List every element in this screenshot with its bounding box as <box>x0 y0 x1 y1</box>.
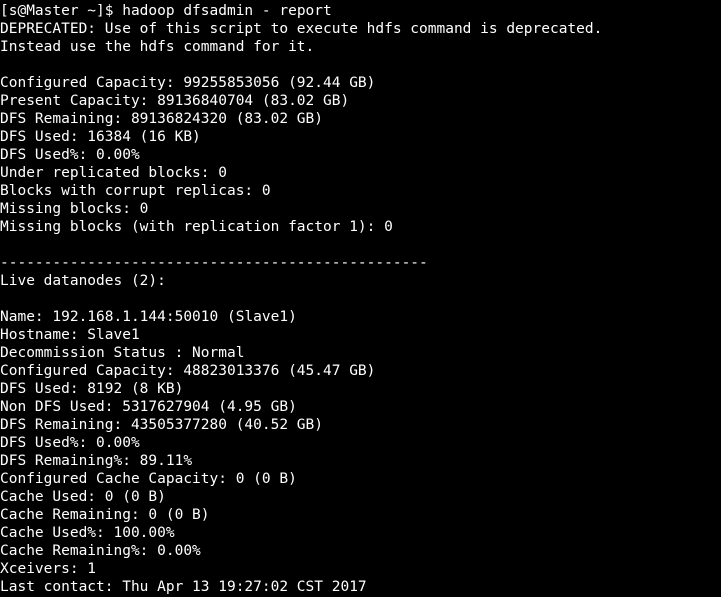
output-body: DEPRECATED: Use of this script to execut… <box>0 21 602 595</box>
terminal-output: [s@Master ~]$ hadoop dfsadmin - report D… <box>0 0 721 596</box>
shell-prompt: [s@Master ~]$ <box>0 3 122 19</box>
command-text: hadoop dfsadmin - report <box>122 3 332 19</box>
